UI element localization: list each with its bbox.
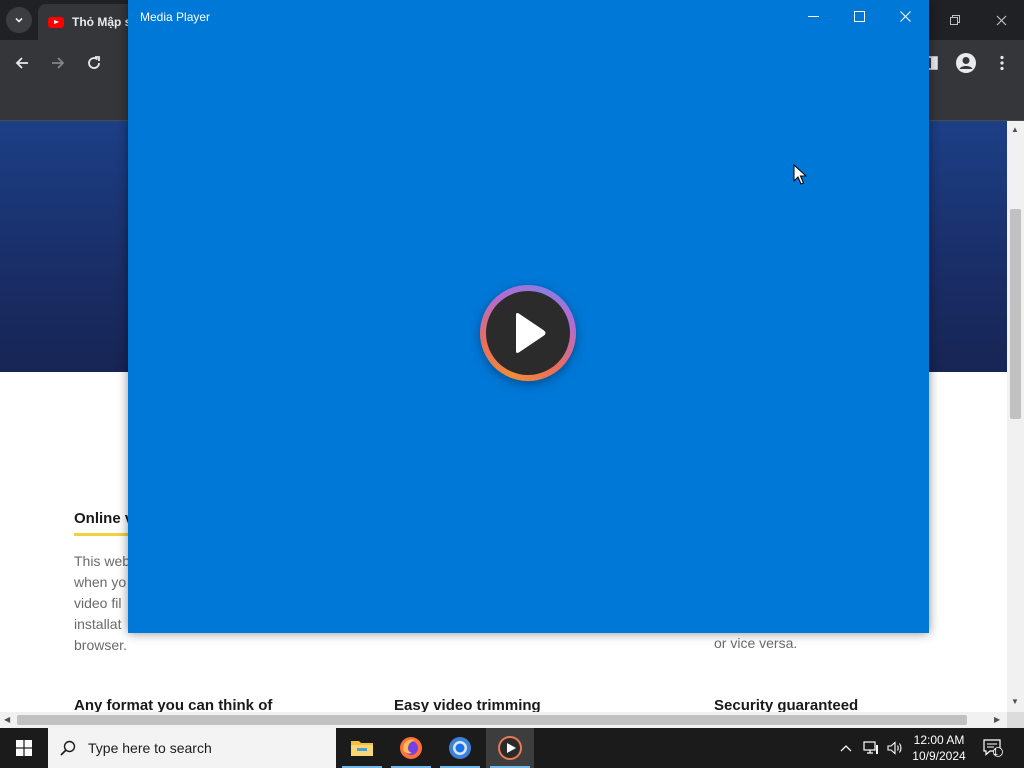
horizontal-scrollbar[interactable]: ◀ ▶ xyxy=(0,712,1007,728)
folder-icon xyxy=(351,741,373,756)
firefox-icon xyxy=(400,737,422,759)
clock-date: 10/9/2024 xyxy=(912,749,966,763)
close-icon xyxy=(996,15,1006,25)
network-button[interactable] xyxy=(860,728,882,768)
body-line: This web xyxy=(74,553,131,569)
chrome-icon xyxy=(449,737,471,759)
play-icon xyxy=(516,313,546,353)
taskbar-app-firefox[interactable] xyxy=(387,728,435,768)
arrow-left-icon xyxy=(15,57,28,69)
restore-icon xyxy=(950,15,960,25)
browser-close-button[interactable] xyxy=(989,8,1013,32)
tab-search-button[interactable] xyxy=(6,7,32,33)
more-vertical-icon xyxy=(1000,55,1004,71)
browser-restore-button[interactable] xyxy=(943,8,967,32)
media-player-window[interactable]: Media Player xyxy=(128,0,929,633)
forward-button[interactable] xyxy=(46,51,70,75)
chevron-down-icon xyxy=(15,17,23,23)
media-player-icon xyxy=(498,736,522,760)
maximize-button[interactable] xyxy=(836,0,882,32)
chevron-up-icon xyxy=(840,745,852,752)
section-body: This web when yo video fil installat bro… xyxy=(74,551,134,656)
close-button[interactable] xyxy=(882,0,928,32)
maximize-icon xyxy=(853,10,865,22)
play-button-inner xyxy=(486,291,570,375)
search-placeholder: Type here to search xyxy=(88,740,212,756)
action-center-button[interactable]: 1 xyxy=(980,728,1006,768)
taskbar-app-file-explorer[interactable] xyxy=(338,728,386,768)
body-line: browser. xyxy=(74,637,127,653)
section-title: Online v xyxy=(74,510,134,527)
taskbar-app-chrome[interactable] xyxy=(436,728,484,768)
browser-menu-button[interactable] xyxy=(990,51,1014,75)
right-body-text: or vice versa. xyxy=(714,635,798,651)
taskbar-search-box[interactable]: Type here to search xyxy=(48,728,336,768)
body-line: when yo xyxy=(74,574,127,590)
body-line: video fil xyxy=(74,595,122,611)
scroll-down-icon[interactable]: ▼ xyxy=(1011,697,1019,706)
profile-button[interactable] xyxy=(954,51,978,75)
reload-button[interactable] xyxy=(82,51,106,75)
scroll-left-icon[interactable]: ◀ xyxy=(4,715,10,724)
notification-count: 1 xyxy=(992,747,998,757)
play-button[interactable] xyxy=(480,285,576,381)
search-icon xyxy=(60,740,76,756)
scroll-right-icon[interactable]: ▶ xyxy=(994,715,1000,724)
taskbar: Type here to search 12:00 AM 10/9/2024 1 xyxy=(0,728,1024,768)
volume-button[interactable] xyxy=(884,728,906,768)
minimize-icon xyxy=(807,15,819,17)
feature-heading: Easy video trimming xyxy=(394,697,541,712)
feature-heading: Any format you can think of xyxy=(74,697,273,712)
youtube-icon xyxy=(48,16,64,28)
volume-icon xyxy=(887,741,902,755)
vertical-scrollbar[interactable]: ▲ ▼ xyxy=(1007,121,1024,712)
back-button[interactable] xyxy=(10,51,34,75)
scroll-thumb[interactable] xyxy=(1010,209,1021,419)
taskbar-clock[interactable]: 12:00 AM 10/9/2024 xyxy=(908,732,970,764)
minimize-button[interactable] xyxy=(790,0,836,32)
scroll-thumb[interactable] xyxy=(17,715,967,725)
section-underline xyxy=(74,533,134,536)
arrow-right-icon xyxy=(52,57,65,69)
feature-heading: Security guaranteed xyxy=(714,697,859,712)
start-button[interactable] xyxy=(0,728,48,768)
avatar-icon xyxy=(956,53,976,73)
taskbar-app-media-player[interactable] xyxy=(486,728,534,768)
body-line: installat xyxy=(74,616,122,632)
close-icon xyxy=(899,10,911,22)
windows-logo-icon xyxy=(16,740,32,756)
scrollbar-corner xyxy=(1007,712,1024,728)
mouse-cursor-icon xyxy=(793,164,807,185)
window-title: Media Player xyxy=(140,10,211,24)
reload-icon xyxy=(88,56,100,69)
network-icon xyxy=(863,741,878,754)
clock-time: 12:00 AM xyxy=(913,733,965,747)
scroll-up-icon[interactable]: ▲ xyxy=(1011,125,1019,134)
tab-title: Thỏ Mập s xyxy=(72,15,132,29)
show-hidden-icons-button[interactable] xyxy=(836,728,856,768)
